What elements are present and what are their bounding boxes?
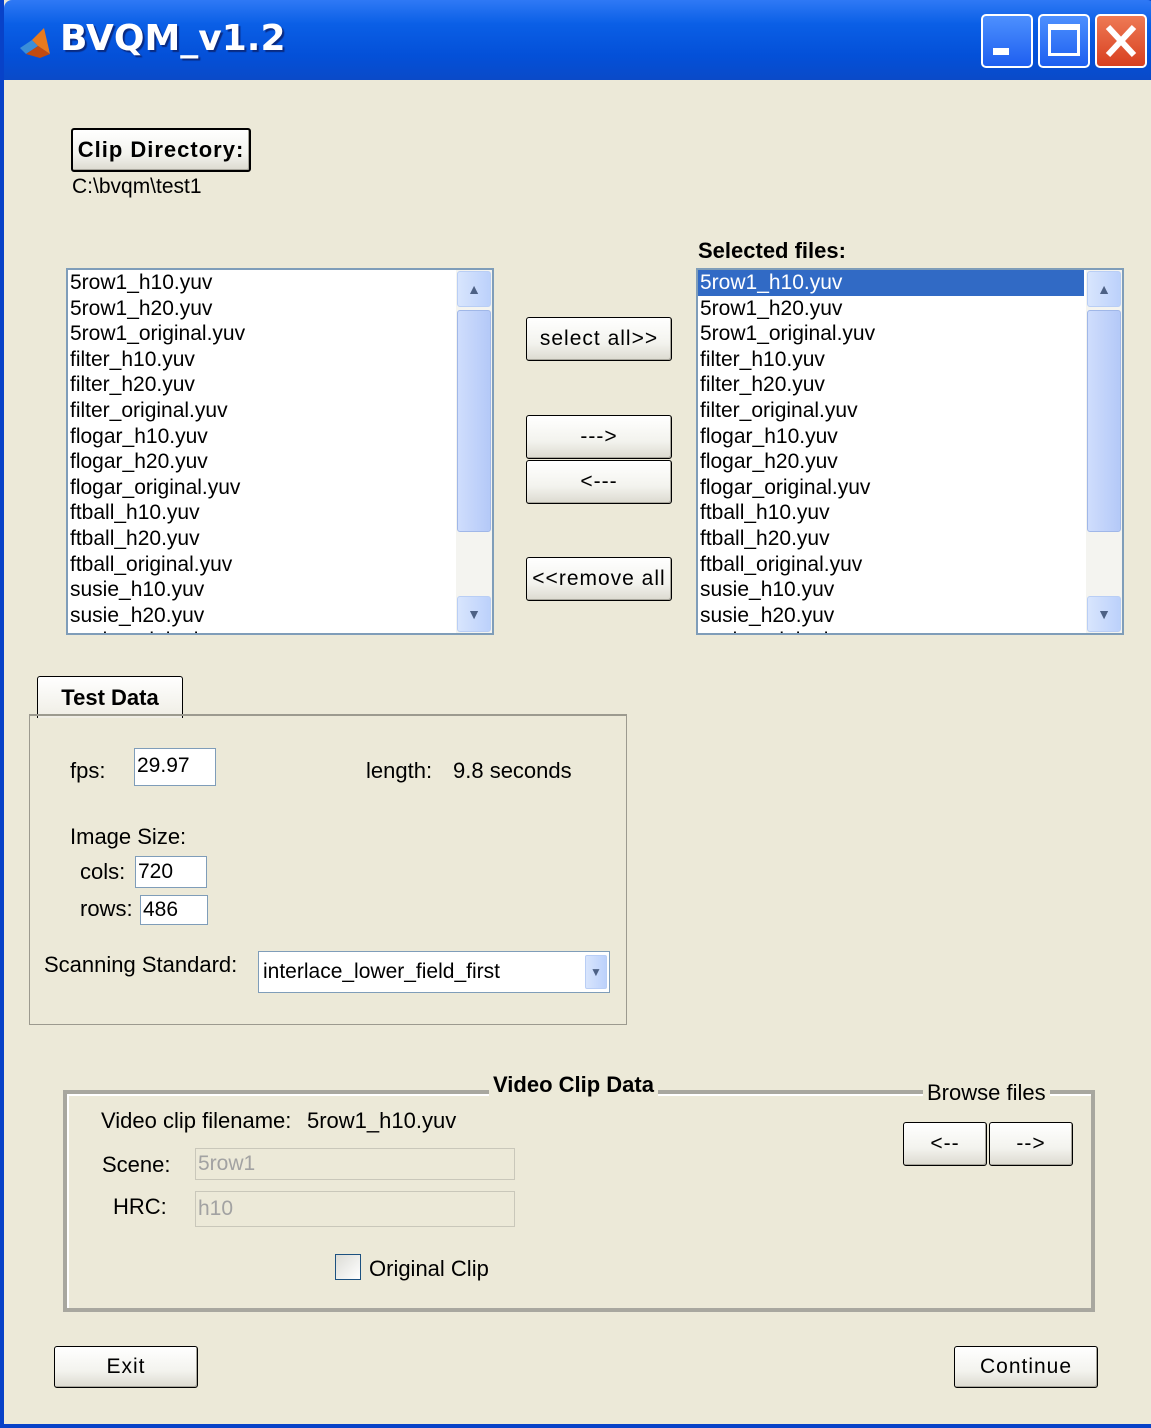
minimize-icon <box>993 48 1009 55</box>
list-item[interactable]: susie_h10.yuv <box>68 577 454 603</box>
browse-files-label: Browse files <box>923 1080 1050 1106</box>
clip-directory-button[interactable]: Clip Directory: <box>71 128 251 172</box>
hrc-field[interactable]: h10 <box>195 1191 515 1227</box>
chevron-down-icon: ▼ <box>1097 606 1111 622</box>
video-clip-filename-label: Video clip filename: <box>101 1108 292 1133</box>
list-item[interactable]: flogar_original.yuv <box>68 475 454 501</box>
maximize-icon <box>1048 24 1080 56</box>
original-clip-checkbox[interactable] <box>335 1254 361 1280</box>
add-file-button[interactable]: ---> <box>526 415 672 459</box>
chevron-up-icon: ▲ <box>467 281 481 297</box>
scroll-down-button[interactable]: ▼ <box>1087 596 1121 632</box>
test-data-panel: fps: 29.97 length: 9.8 seconds Image Siz… <box>29 714 627 1025</box>
close-button[interactable] <box>1095 14 1147 68</box>
close-icon <box>1105 24 1137 58</box>
list-item[interactable]: 5row1_original.yuv <box>68 321 454 347</box>
scanning-standard-select[interactable]: interlace_lower_field_first ▼ <box>258 951 610 993</box>
available-files-items: 5row1_h10.yuv 5row1_h20.yuv 5row1_original… <box>68 270 454 633</box>
list-item[interactable]: flogar_h20.yuv <box>68 449 454 475</box>
chevron-up-icon: ▲ <box>1097 281 1111 297</box>
selected-files-list[interactable]: 5row1_h10.yuv 5row1_h20.yuv 5row1_original… <box>696 268 1124 635</box>
scroll-up-button[interactable]: ▲ <box>457 271 491 307</box>
list-item[interactable]: susie_original.yuv <box>698 628 1084 633</box>
selected-files-items: 5row1_h10.yuv 5row1_h20.yuv 5row1_original… <box>698 270 1084 633</box>
remove-file-button[interactable]: <--- <box>526 460 672 504</box>
scene-field[interactable]: 5row1 <box>195 1148 515 1180</box>
list-item[interactable]: filter_original.yuv <box>698 398 1084 424</box>
window-title: BVQM_v1.2 <box>60 18 286 59</box>
scroll-thumb[interactable] <box>1087 310 1121 532</box>
scene-label: Scene: <box>102 1152 171 1177</box>
client-area: Clip Directory: C:\bvqm\test1 5row1_h10.… <box>8 80 1151 1424</box>
dropdown-button[interactable]: ▼ <box>585 955 607 989</box>
cols-field[interactable]: 720 <box>135 856 207 888</box>
exit-button[interactable]: Exit <box>54 1346 198 1388</box>
scroll-down-button[interactable]: ▼ <box>457 596 491 632</box>
list-item[interactable]: flogar_h10.yuv <box>698 424 1084 450</box>
list-item[interactable]: filter_original.yuv <box>68 398 454 424</box>
list-item[interactable]: ftball_h20.yuv <box>68 526 454 552</box>
selected-files-label: Selected files: <box>698 238 846 263</box>
list-item[interactable]: ftball_original.yuv <box>698 552 1084 578</box>
length-value: 9.8 seconds <box>453 758 572 783</box>
fps-label: fps: <box>70 758 106 783</box>
minimize-button[interactable] <box>981 14 1033 68</box>
chevron-down-icon: ▼ <box>590 965 602 979</box>
video-clip-data-title: Video Clip Data <box>489 1072 658 1098</box>
app-window: BVQM_v1.2 Clip Directory: C:\bvqm\test1 … <box>0 0 1151 1428</box>
list-item[interactable]: flogar_h10.yuv <box>68 424 454 450</box>
scroll-thumb[interactable] <box>457 310 491 532</box>
original-clip-label: Original Clip <box>369 1256 489 1281</box>
list-item[interactable]: ftball_original.yuv <box>68 552 454 578</box>
list-item[interactable]: 5row1_h10.yuv <box>698 270 1084 296</box>
clip-directory-path: C:\bvqm\test1 <box>72 175 202 198</box>
select-all-button[interactable]: select all>> <box>526 317 672 361</box>
list-item[interactable]: ftball_h10.yuv <box>698 500 1084 526</box>
title-bar[interactable]: BVQM_v1.2 <box>4 0 1151 80</box>
browse-next-button[interactable]: --> <box>989 1122 1073 1166</box>
scanning-standard-label: Scanning Standard: <box>44 952 238 977</box>
video-clip-filename-value: 5row1_h10.yuv <box>307 1108 457 1133</box>
matlab-logo-icon <box>20 28 50 58</box>
list-item[interactable]: susie_h20.yuv <box>698 603 1084 629</box>
maximize-button[interactable] <box>1038 14 1090 68</box>
list-item[interactable]: filter_h20.yuv <box>68 372 454 398</box>
continue-button[interactable]: Continue <box>954 1346 1098 1388</box>
list-item[interactable]: 5row1_h20.yuv <box>68 296 454 322</box>
list-item[interactable]: 5row1_h20.yuv <box>698 296 1084 322</box>
fps-field[interactable]: 29.97 <box>134 748 216 786</box>
test-data-tab[interactable]: Test Data <box>37 676 183 718</box>
list-item[interactable]: ftball_h20.yuv <box>698 526 1084 552</box>
list-item[interactable]: filter_h20.yuv <box>698 372 1084 398</box>
selected-files-scrollbar[interactable]: ▲ ▼ <box>1086 270 1122 633</box>
list-item[interactable]: susie_h10.yuv <box>698 577 1084 603</box>
available-files-list[interactable]: 5row1_h10.yuv 5row1_h20.yuv 5row1_original… <box>66 268 494 635</box>
list-item[interactable]: filter_h10.yuv <box>68 347 454 373</box>
scroll-up-button[interactable]: ▲ <box>1087 271 1121 307</box>
list-item[interactable]: ftball_h10.yuv <box>68 500 454 526</box>
list-item[interactable]: flogar_h20.yuv <box>698 449 1084 475</box>
length-label: length: <box>366 758 433 783</box>
list-item[interactable]: flogar_original.yuv <box>698 475 1084 501</box>
video-clip-data-frame: Video Clip Data Browse files Video clip … <box>63 1072 1095 1312</box>
available-files-scrollbar[interactable]: ▲ ▼ <box>456 270 492 633</box>
scanning-standard-value: interlace_lower_field_first <box>263 960 500 983</box>
list-item[interactable]: filter_h10.yuv <box>698 347 1084 373</box>
chevron-down-icon: ▼ <box>467 606 481 622</box>
hrc-label: HRC: <box>113 1194 167 1219</box>
rows-label: rows: <box>80 896 133 921</box>
list-item[interactable]: 5row1_h10.yuv <box>68 270 454 296</box>
remove-all-button[interactable]: <<remove all <box>526 557 672 601</box>
image-size-label: Image Size: <box>70 824 187 849</box>
browse-prev-button[interactable]: <-- <box>903 1122 987 1166</box>
rows-field[interactable]: 486 <box>140 895 208 925</box>
cols-label: cols: <box>80 859 126 884</box>
list-item[interactable]: susie_h20.yuv <box>68 603 454 629</box>
list-item[interactable]: 5row1_original.yuv <box>698 321 1084 347</box>
list-item[interactable]: susie_original.yuv <box>68 628 454 633</box>
